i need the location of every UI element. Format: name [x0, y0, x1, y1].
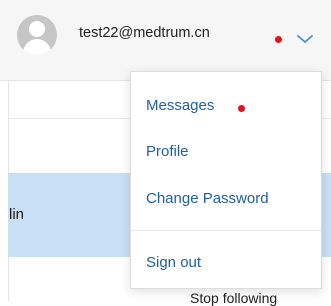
menu-item-messages[interactable]: Messages — [146, 97, 214, 114]
user-email[interactable]: test22@medtrum.cn — [79, 25, 210, 41]
chevron-down-icon[interactable] — [296, 34, 314, 44]
notification-dot — [275, 36, 282, 43]
menu-item-sign-out[interactable]: Sign out — [146, 254, 201, 271]
menu-item-profile[interactable]: Profile — [146, 143, 189, 160]
row-name-fragment: lin — [9, 206, 25, 223]
menu-item-change-password[interactable]: Change Password — [146, 190, 269, 207]
unread-messages-dot — [238, 105, 245, 112]
stop-following-link[interactable]: Stop following — [190, 290, 277, 306]
top-bar: test22@medtrum.cn — [0, 0, 331, 81]
user-dropdown-menu: Messages Profile Change Password Sign ou… — [130, 71, 322, 289]
menu-divider — [131, 230, 321, 231]
user-avatar-icon[interactable] — [17, 15, 57, 55]
